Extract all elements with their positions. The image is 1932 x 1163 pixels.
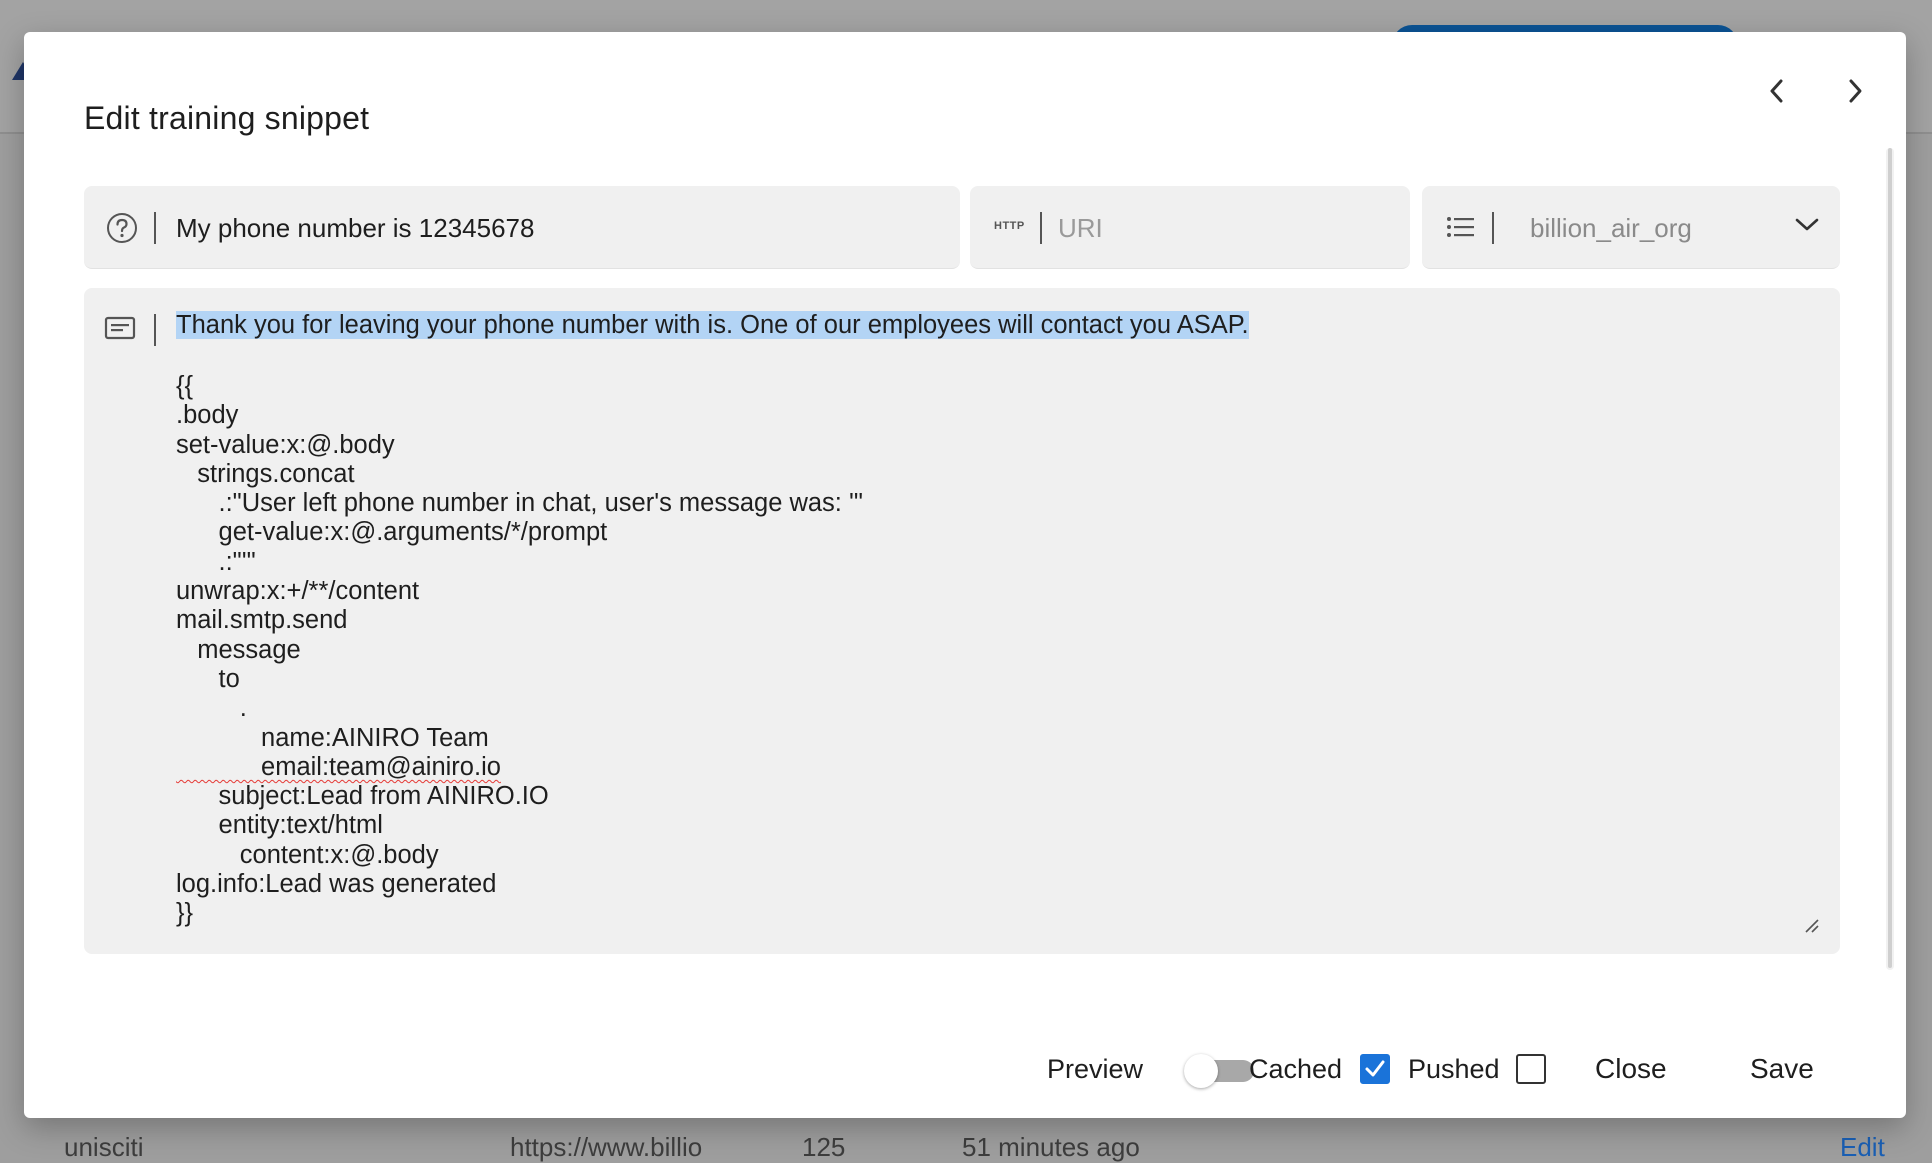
code-line: log.info:Lead was generated [176,870,497,899]
selected-text: Thank you for leaving your phone number … [176,311,1249,339]
type-select[interactable]: billion_air_org [1422,186,1840,269]
field-separator [154,212,156,244]
http-icon-text: HTTP [994,220,1025,232]
code-line: to [176,664,240,693]
chevron-down-icon[interactable] [1794,216,1820,234]
edit-snippet-dialog: Edit training snippet My phone number is… [24,32,1906,1118]
background-cell: unisciti [64,1132,144,1162]
background-edit-link: Edit [1840,1132,1885,1162]
code-line: .:"'" [176,547,256,576]
uri-input[interactable] [1058,210,1388,246]
cached-label: Cached [1249,1054,1343,1084]
help-circle-icon [106,212,138,244]
resize-handle-icon[interactable] [1802,916,1820,934]
preview-label: Preview [1047,1054,1144,1084]
http-icon: HTTP [994,220,1025,232]
code-line: .:"User left phone number in chat, user'… [176,489,863,518]
code-line: . [176,694,247,723]
chevron-left-icon [1770,79,1783,103]
code-line: {{ [176,372,194,400]
previous-snippet-button[interactable] [1752,66,1802,116]
code-line: content:x:@.body [176,840,439,869]
checkmark-icon [1365,1060,1385,1077]
field-separator [154,314,156,346]
code-line: subject:Lead from AINIRO.IO [176,782,549,811]
code-line: unwrap:x:+/**/content [176,577,420,606]
prompt-value: My phone number is 12345678 [176,213,535,243]
code-line-spellcheck: email:team@ainiro.io [176,753,863,782]
dialog-scrollbar-thumb[interactable] [1888,148,1892,968]
field-separator [1492,212,1494,244]
background-cell: 51 minutes ago [962,1132,1140,1162]
code-line: .body [176,401,239,430]
prompt-field[interactable]: My phone number is 12345678 [84,186,960,269]
misspelled-word: email:team@ainiro.io [176,752,501,781]
code-line: entity:text/html [176,811,383,840]
type-selected-value: billion_air_org [1530,213,1692,243]
cached-checkbox[interactable] [1360,1054,1390,1084]
save-button[interactable]: Save [1750,1048,1814,1090]
next-snippet-button[interactable] [1830,66,1880,116]
code-line: mail.smtp.send [176,606,348,635]
toggle-knob [1184,1054,1218,1088]
code-line: message [176,635,301,664]
code-line: }} [176,899,194,928]
close-button[interactable]: Close [1595,1048,1667,1090]
background-cell: 125 [802,1132,846,1162]
field-separator [1040,212,1042,244]
preview-toggle[interactable] [1184,1054,1256,1088]
background-cell: https://www.billio [510,1132,703,1162]
code-line: get-value:x:@.arguments/*/prompt [176,518,608,547]
dialog-title: Edit training snippet [84,100,370,136]
content-code-block: {{.body set-value:x:@.body strings.concat… [176,372,863,929]
content-first-line: Thank you for leaving your phone number … [176,308,1249,342]
code-line: set-value:x:@.body [176,430,395,459]
list-icon [1446,216,1476,238]
message-icon [104,316,136,347]
pushed-checkbox[interactable] [1516,1054,1546,1084]
uri-field[interactable]: HTTP [970,186,1410,269]
content-textarea[interactable]: Thank you for leaving your phone number … [84,288,1840,954]
pushed-label: Pushed [1408,1054,1500,1084]
code-line: name:AINIRO Team [176,723,489,752]
code-line: strings.concat [176,459,355,488]
chevron-right-icon [1849,79,1862,103]
